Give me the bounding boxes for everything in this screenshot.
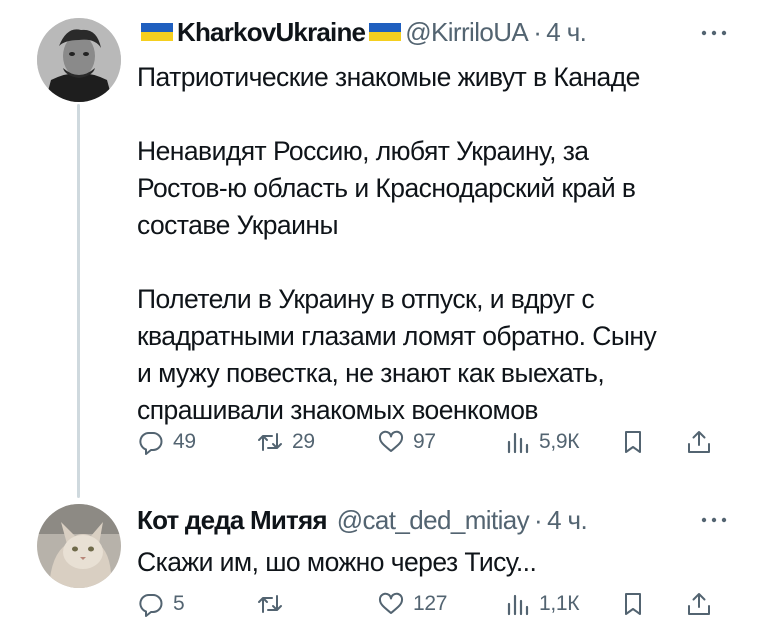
reply-count: 49: [173, 430, 196, 453]
ukraine-flag-icon: [141, 23, 173, 41]
retweet-icon: [256, 590, 284, 618]
tweet-text-line: [137, 96, 742, 133]
tweet-text-line: [137, 244, 742, 281]
views-button[interactable]: 5,9К: [503, 425, 580, 459]
like-icon: [377, 590, 405, 618]
retweet-count: 29: [292, 430, 315, 453]
tweet-actions: 5 127 1,1К: [137, 587, 737, 621]
bookmark-button[interactable]: [619, 587, 655, 621]
tweet-text-line: составе Украины: [137, 210, 339, 240]
timestamp[interactable]: 4 ч.: [547, 505, 588, 536]
views-icon: [503, 590, 531, 618]
tweet-text: Скажи им, шо можно через Тису...: [137, 544, 742, 581]
author-handle[interactable]: @cat_ded_mitiay: [337, 505, 530, 536]
like-button[interactable]: 127: [377, 587, 447, 621]
bookmark-button[interactable]: [619, 425, 655, 459]
bookmark-icon: [619, 428, 647, 456]
avatar[interactable]: [37, 18, 121, 102]
author-handle[interactable]: @KirriloUA: [405, 17, 529, 48]
like-count: 127: [413, 592, 448, 615]
separator-dot: ·: [534, 504, 543, 535]
share-button[interactable]: [685, 425, 721, 459]
tweet-header: Кот деда Митяя @cat_ded_mitiay · 4 ч.: [137, 502, 588, 538]
share-icon: [685, 590, 713, 618]
like-button[interactable]: 97: [377, 425, 436, 459]
views-count: 5,9К: [539, 430, 580, 453]
retweet-button[interactable]: 29: [256, 425, 315, 459]
views-icon: [503, 428, 531, 456]
share-button[interactable]: [685, 587, 721, 621]
views-button[interactable]: 1,1К: [503, 587, 580, 621]
reply-button[interactable]: 49: [137, 425, 196, 459]
retweet-icon: [256, 428, 284, 456]
reply-button[interactable]: 5: [137, 587, 185, 621]
tweet-text-line: Скажи им, шо можно через Тису...: [137, 547, 537, 577]
reply-icon: [137, 590, 165, 618]
tweet-text-line: Ненавидят Россию, любят Украину, за: [137, 136, 589, 166]
reply-icon: [137, 428, 165, 456]
author-name[interactable]: Кот деда Митяя: [137, 505, 328, 536]
tweet-text-line: Полетели в Украину в отпуск, и вдруг с: [137, 284, 595, 314]
tweet-text-line: и мужу повестка, не знают как выехать,: [137, 358, 605, 388]
tweet-actions: 49 29 97 5,9К: [137, 425, 737, 459]
author-name[interactable]: KharkovUkraine: [177, 17, 366, 48]
tweet-header: KharkovUkraine @KirriloUA · 4 ч.: [137, 14, 587, 50]
tweet-text-line: Патриотические знакомые живут в Канаде: [137, 62, 640, 92]
like-count: 97: [413, 430, 436, 453]
more-icon[interactable]: [700, 515, 728, 525]
retweet-button[interactable]: [256, 587, 292, 621]
tweet-text-line: спрашивали знакомых военкомов: [137, 395, 538, 425]
views-count: 1,1К: [539, 592, 580, 615]
tweet-text: Патриотические знакомые живут в Канаде Н…: [137, 59, 742, 429]
avatar[interactable]: [37, 504, 121, 588]
ukraine-flag-icon: [369, 23, 402, 41]
reply-count: 5: [173, 592, 185, 615]
tweet-text-line: квадратными глазами ломят обратно. Сыну: [137, 321, 657, 351]
more-icon[interactable]: [700, 28, 728, 38]
bookmark-icon: [619, 590, 647, 618]
tweet-text-line: Ростов-ю область и Краснодарский край в: [137, 173, 636, 203]
timestamp[interactable]: 4 ч.: [546, 17, 587, 48]
thread-connector-line: [77, 104, 80, 498]
share-icon: [685, 428, 713, 456]
separator-dot: ·: [533, 16, 542, 47]
like-icon: [377, 428, 405, 456]
